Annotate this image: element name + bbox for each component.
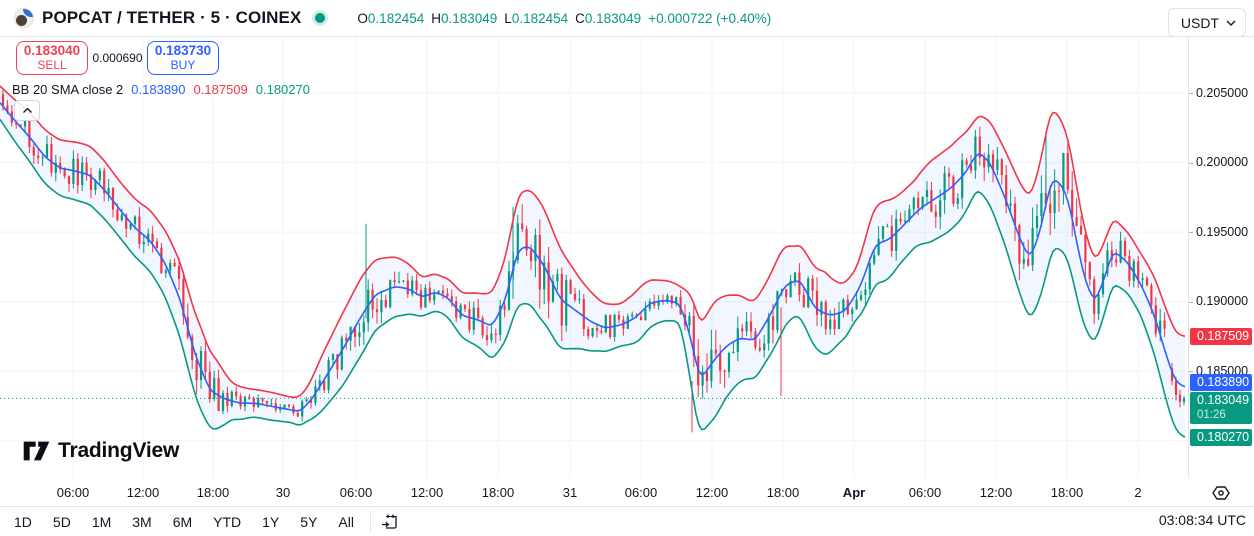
bb-lower-value: 0.180270 (256, 82, 310, 97)
time-tick-label: 06:00 (57, 485, 90, 500)
open-value: 0.182454 (368, 11, 424, 26)
price-label-badge: 0.180270 (1190, 429, 1252, 446)
chevron-down-icon (1226, 20, 1236, 26)
date-range-buttons: 1D 5D 1M 3M 6M YTD 1Y 5Y All (0, 512, 360, 532)
indicator-name[interactable]: BB 20 SMA close 2 (12, 82, 123, 97)
low-value: 0.182454 (512, 11, 568, 26)
ohlc-readout: O0.182454 H0.183049 L0.182454 C0.183049 … (357, 11, 771, 26)
time-tick-label: 31 (563, 485, 577, 500)
time-tick-label: 2 (1134, 485, 1141, 500)
currency-selector-button[interactable]: USDT (1168, 8, 1246, 37)
price-tick-mark (1189, 302, 1193, 303)
price-tick-mark (1189, 371, 1193, 372)
price-tick-mark (1189, 163, 1193, 164)
range-button-all[interactable]: All (332, 512, 360, 532)
chevron-up-icon (23, 108, 32, 113)
price-axis[interactable]: 0.2050000.2000000.1950000.1900000.185000… (1188, 37, 1254, 478)
spread-value: 0.000690 (88, 51, 147, 65)
price-label-badge: 0.183890 (1190, 374, 1252, 391)
range-button-3m[interactable]: 3M (126, 512, 157, 532)
bb-basis-value: 0.183890 (131, 82, 185, 97)
calendar-icon (381, 512, 400, 531)
tradingview-logo-icon (22, 438, 51, 464)
time-tick-label: 06:00 (340, 485, 373, 500)
time-tick-label: 12:00 (411, 485, 444, 500)
price-tick-mark (1189, 232, 1193, 233)
tradingview-chart-page: POPCAT / TETHER · 5 · COINEX O0.182454 H… (0, 0, 1254, 536)
close-value: 0.183049 (585, 11, 641, 26)
price-tick-label: 0.190000 (1196, 294, 1248, 308)
buy-price: 0.183730 (155, 43, 211, 59)
utc-clock[interactable]: 03:08:34 UTC (1159, 512, 1246, 528)
time-tick-label: 18:00 (482, 485, 515, 500)
collapse-legend-button[interactable] (14, 100, 40, 121)
price-tick-label: 0.200000 (1196, 155, 1248, 169)
time-tick-label: 18:00 (767, 485, 800, 500)
sell-button[interactable]: 0.183040 SELL (16, 41, 88, 75)
price-tick-label: 0.205000 (1196, 86, 1248, 100)
time-tick-label: 30 (276, 485, 290, 500)
range-button-1m[interactable]: 1M (86, 512, 117, 532)
open-label: O (357, 11, 368, 26)
price-label-badge: 0.18304901:26 (1190, 392, 1252, 424)
toolbar-divider (370, 511, 371, 533)
range-button-5d[interactable]: 5D (47, 512, 77, 532)
symbol-title[interactable]: POPCAT / TETHER · 5 · COINEX (42, 8, 301, 28)
popcat-coin-icon (14, 8, 34, 28)
tradingview-watermark[interactable]: TradingView (22, 438, 179, 464)
change-value: +0.000722 (+0.40%) (648, 11, 771, 26)
low-label: L (504, 11, 512, 26)
high-value: 0.183049 (441, 11, 497, 26)
high-label: H (431, 11, 441, 26)
time-tick-label: 12:00 (127, 485, 160, 500)
range-button-6m[interactable]: 6M (167, 512, 198, 532)
bottom-toolbar: 1D 5D 1M 3M 6M YTD 1Y 5Y All 03:08:34 UTC (0, 507, 1254, 536)
range-button-1y[interactable]: 1Y (256, 512, 285, 532)
time-tick-label: Apr (843, 485, 865, 500)
buy-label: BUY (171, 59, 196, 73)
axis-settings-icon[interactable] (1211, 483, 1231, 503)
time-axis[interactable]: 06:00 12:00 18:00 30 06:00 12:00 18:00 31 06:00 1… (0, 478, 1254, 507)
chart-header: POPCAT / TETHER · 5 · COINEX O0.182454 H… (0, 0, 1254, 37)
time-tick-label: 06:00 (625, 485, 658, 500)
close-label: C (575, 11, 585, 26)
price-tick-mark (1189, 93, 1193, 94)
order-panel: 0.183040 SELL 0.000690 0.183730 BUY (16, 41, 219, 75)
range-button-ytd[interactable]: YTD (207, 512, 247, 532)
sell-label: SELL (37, 59, 66, 73)
price-tick-label: 0.195000 (1196, 225, 1248, 239)
bb-upper-value: 0.187509 (194, 82, 248, 97)
range-button-5y[interactable]: 5Y (294, 512, 323, 532)
bollinger-indicator-legend[interactable]: BB 20 SMA close 2 0.183890 0.187509 0.18… (12, 82, 310, 97)
symbol-block[interactable]: POPCAT / TETHER · 5 · COINEX (14, 8, 301, 28)
sell-price: 0.183040 (24, 43, 80, 59)
go-to-date-button[interactable] (380, 511, 402, 533)
market-status-dot[interactable] (315, 13, 325, 23)
price-chart-svg[interactable] (0, 37, 1188, 478)
chart-canvas[interactable]: 0.183040 SELL 0.000690 0.183730 BUY BB 2… (0, 37, 1188, 478)
buy-button[interactable]: 0.183730 BUY (147, 41, 219, 75)
time-tick-label: 06:00 (909, 485, 942, 500)
time-tick-label: 18:00 (1051, 485, 1084, 500)
watermark-text: TradingView (58, 439, 179, 463)
currency-label: USDT (1181, 15, 1219, 31)
time-tick-label: 12:00 (980, 485, 1013, 500)
time-tick-label: 18:00 (197, 485, 230, 500)
range-button-1d[interactable]: 1D (8, 512, 38, 532)
time-tick-label: 12:00 (696, 485, 729, 500)
price-label-badge: 0.187509 (1190, 328, 1252, 345)
